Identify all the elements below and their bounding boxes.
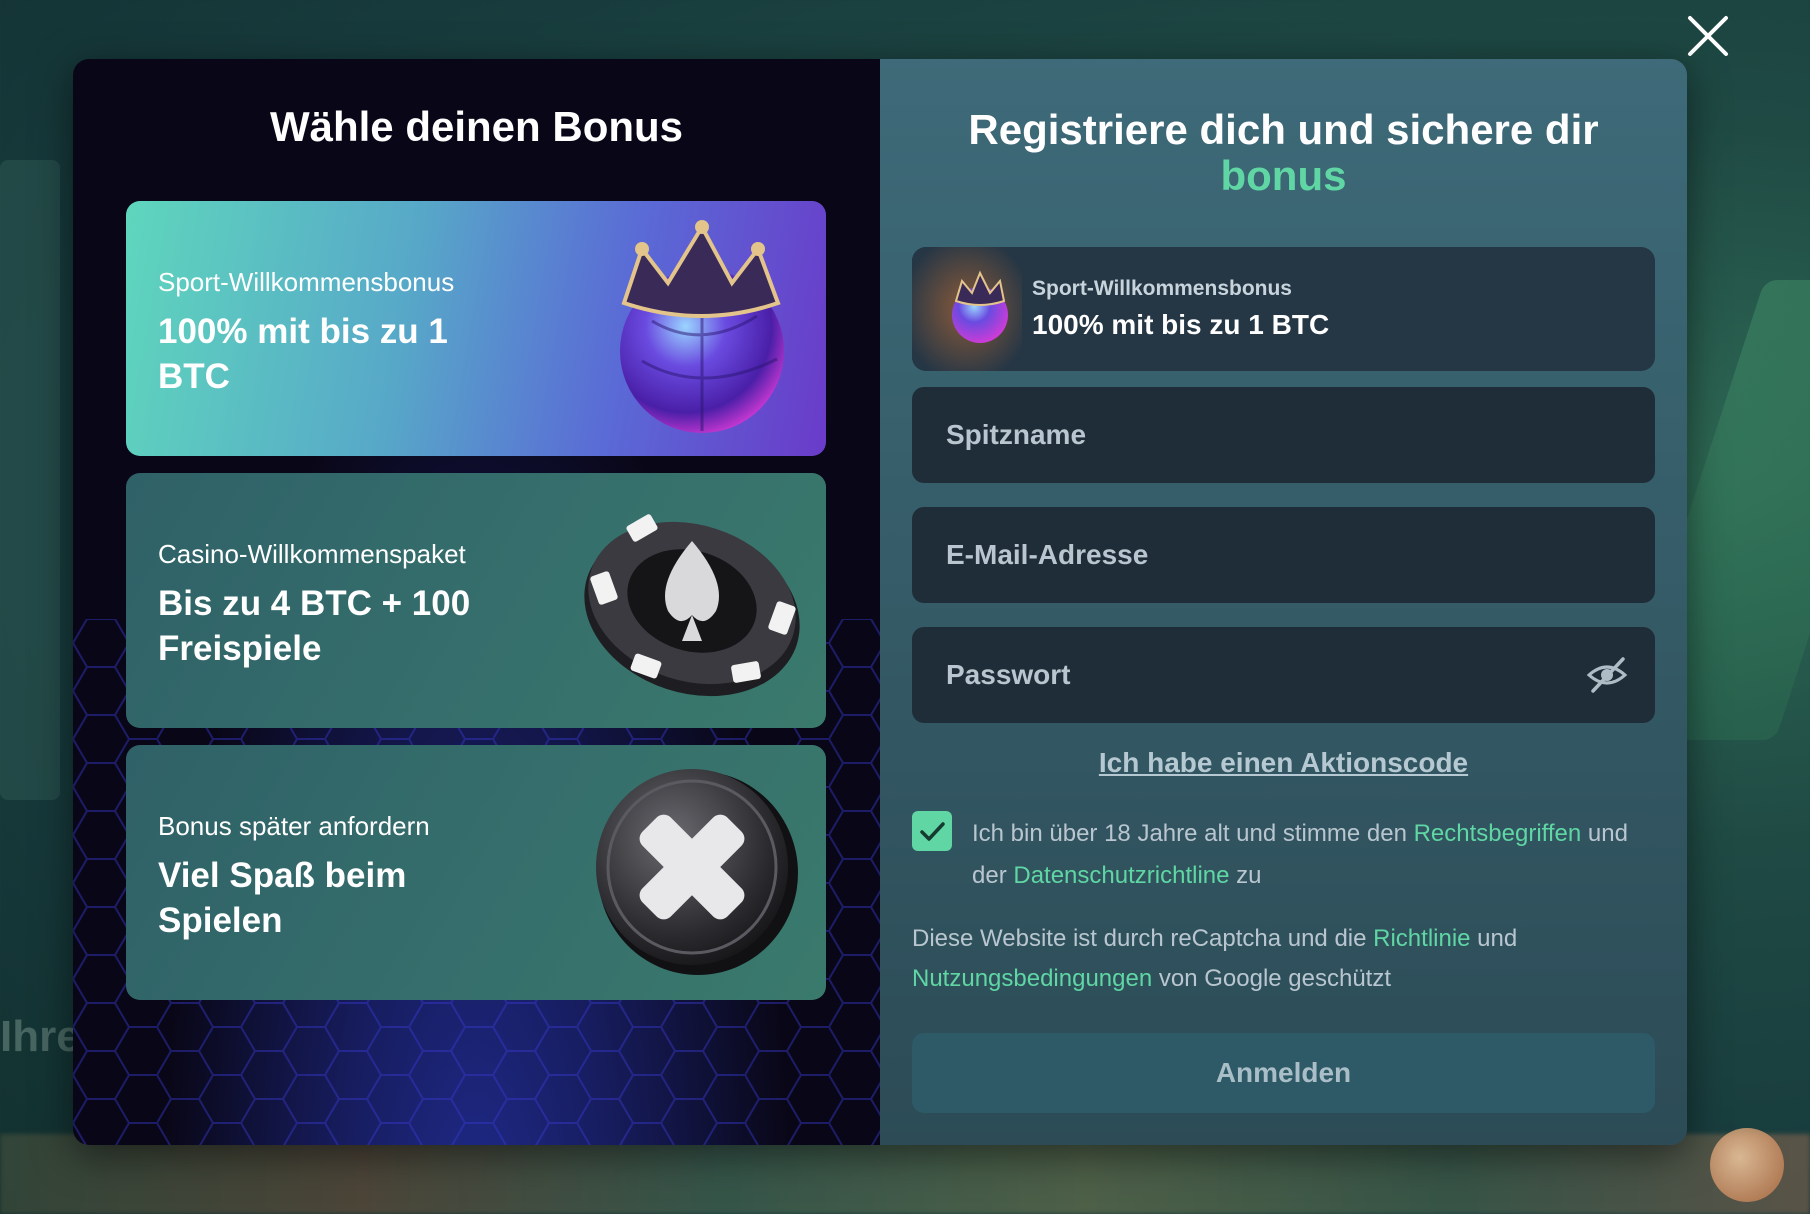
registration-title-accent: bonus xyxy=(1220,152,1347,199)
card-main-text: Viel Spaß beim Spielen xyxy=(158,856,407,940)
card-subtitle: Sport-Willkommensbonus xyxy=(158,267,455,297)
background-avatar xyxy=(1710,1128,1784,1202)
email-field[interactable] xyxy=(912,507,1655,603)
terms-text: Ich bin über 18 Jahre alt und stimme den… xyxy=(972,813,1652,897)
crowned-ball-thumbnail-icon xyxy=(912,247,1022,371)
google-terms-link[interactable]: Nutzungsbedingungen xyxy=(912,965,1152,992)
terms-checkbox[interactable] xyxy=(912,811,952,851)
nickname-field[interactable] xyxy=(912,387,1655,483)
card-main-text: 100% mit bis zu 1 BTC xyxy=(158,312,448,396)
captcha-text-3: von Google geschützt xyxy=(1152,965,1392,992)
card-subtitle: Bonus später anfordern xyxy=(158,811,430,841)
captcha-text-1: Diese Website ist durch reCaptcha und di… xyxy=(912,925,1374,952)
register-button[interactable]: Anmelden xyxy=(912,1033,1655,1113)
background-panel xyxy=(0,160,60,800)
privacy-policy-link[interactable]: Datenschutzrichtline xyxy=(1013,862,1229,889)
checkmark-icon xyxy=(920,822,945,841)
promo-code-link[interactable]: Ich habe einen Aktionscode xyxy=(1099,747,1468,778)
google-privacy-link[interactable]: Richtlinie xyxy=(1373,925,1470,952)
terms-text-3: zu xyxy=(1229,862,1262,889)
bonus-selection-panel: Wähle deinen Bonus Sport-Willkommensbonu… xyxy=(73,59,880,1145)
bonus-card-sport[interactable]: Sport-Willkommensbonus 100% mit bis zu 1… xyxy=(126,201,826,456)
registration-title: Registriere dich und sichere dir bonus xyxy=(880,107,1687,199)
crowned-ball-icon xyxy=(620,220,784,433)
registration-title-text: Registriere dich und sichere dir xyxy=(968,106,1599,153)
terms-text-1: Ich bin über 18 Jahre alt und stimme den xyxy=(972,820,1414,847)
cancel-coin-icon xyxy=(596,769,798,975)
eye-slash-icon[interactable] xyxy=(1585,653,1629,697)
email-input[interactable] xyxy=(912,507,1655,603)
promo-code-row: Ich habe einen Aktionscode xyxy=(880,747,1687,779)
close-button[interactable] xyxy=(1684,12,1732,60)
password-input[interactable] xyxy=(912,627,1655,723)
registration-panel: Registriere dich und sichere dir bonus S… xyxy=(880,59,1687,1145)
legal-terms-link[interactable]: Rechtsbegriffen xyxy=(1414,820,1582,847)
card-main-text: Bis zu 4 BTC + 100 Freispiele xyxy=(158,584,471,668)
close-icon xyxy=(1688,16,1728,56)
bonus-title: Wähle deinen Bonus xyxy=(269,103,684,150)
password-field[interactable] xyxy=(912,627,1655,723)
selected-bonus-main: 100% mit bis zu 1 BTC xyxy=(1032,309,1330,340)
recaptcha-notice: Diese Website ist durch reCaptcha und di… xyxy=(912,919,1655,999)
poker-chip-spade-icon xyxy=(584,514,800,697)
background-game-strip xyxy=(0,1134,1810,1214)
selected-bonus-subtitle: Sport-Willkommensbonus xyxy=(1032,277,1292,300)
background-text: Ihre xyxy=(0,1012,81,1061)
registration-modal: Wähle deinen Bonus Sport-Willkommensbonu… xyxy=(73,59,1687,1145)
bonus-card-casino[interactable]: Casino-Willkommenspaket Bis zu 4 BTC + 1… xyxy=(126,473,826,728)
bonus-card-later[interactable]: Bonus später anfordern Viel Spaß beim Sp… xyxy=(126,745,826,1000)
selected-bonus-banner[interactable]: Sport-Willkommensbonus 100% mit bis zu 1… xyxy=(912,247,1655,371)
nickname-input[interactable] xyxy=(912,387,1655,483)
captcha-text-2: und xyxy=(1470,925,1518,952)
card-subtitle: Casino-Willkommenspaket xyxy=(158,539,466,569)
